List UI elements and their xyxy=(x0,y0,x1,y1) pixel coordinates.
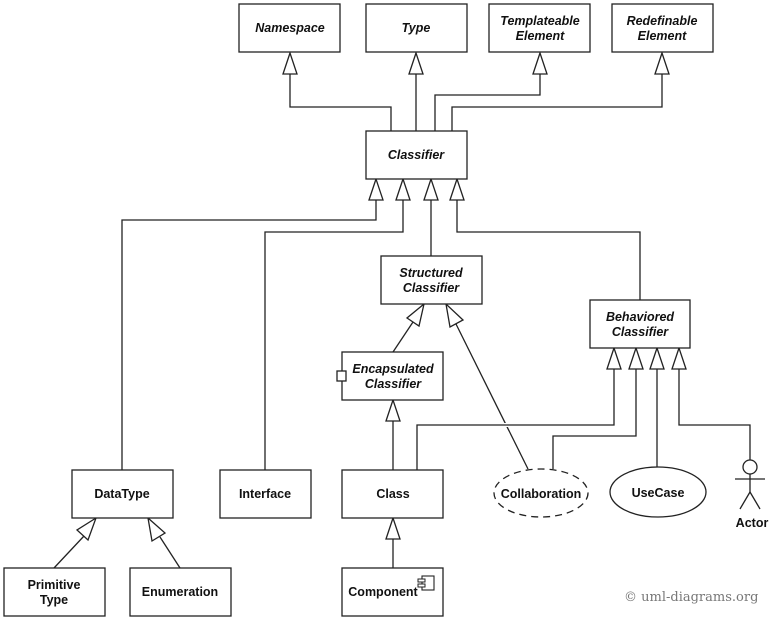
class-datatype[interactable]: DataType xyxy=(71,469,174,519)
edge-actor-behaviored xyxy=(678,369,751,460)
generalization-arrowhead xyxy=(445,302,465,328)
generalization-arrowhead xyxy=(385,515,401,540)
class-name-line: Structured xyxy=(399,266,463,280)
class-name-line: Redefinable xyxy=(627,14,698,28)
collaboration-ellipse[interactable]: Collaboration xyxy=(493,468,589,518)
generalization-arrowhead xyxy=(368,176,384,201)
class-primitive-type[interactable]: Primitive Type xyxy=(3,567,106,617)
class-encapsulated-classifier[interactable]: Encapsulated Classifier xyxy=(336,351,444,401)
class-name-line: Type xyxy=(40,593,68,607)
class-type[interactable]: Type xyxy=(365,3,468,53)
port-icon xyxy=(336,370,347,382)
class-name-line: Behaviored xyxy=(606,310,674,324)
class-name-line: Classifier xyxy=(403,281,460,295)
class-templateable-element[interactable]: Templateable Element xyxy=(488,3,591,53)
generalization-arrowhead xyxy=(671,345,687,370)
class-name-line: Classifier xyxy=(365,377,422,391)
class-name: DataType xyxy=(94,487,149,501)
class-component[interactable]: Component xyxy=(341,567,444,617)
generalization-arrowhead xyxy=(408,50,424,75)
generalization-arrowhead xyxy=(75,516,98,542)
generalization-arrowhead xyxy=(147,516,167,543)
class-name-line: Element xyxy=(638,29,687,43)
edge-classifier-namespace xyxy=(289,74,392,131)
edge-encapsulated-structured xyxy=(392,321,414,353)
usecase-ellipse[interactable]: UseCase xyxy=(609,466,707,518)
generalization-arrowhead xyxy=(606,345,622,370)
class-name: Enumeration xyxy=(142,585,218,599)
edge-collaboration-structured xyxy=(455,323,529,470)
generalization-arrowhead xyxy=(282,50,298,75)
edge-primitive-datatype xyxy=(53,535,85,569)
class-name: Class xyxy=(376,487,409,501)
generalization-arrowhead xyxy=(532,50,548,75)
class-behaviored-classifier[interactable]: Behaviored Classifier xyxy=(589,299,691,349)
actor-name: Actor xyxy=(736,516,769,530)
class-structured-classifier[interactable]: Structured Classifier xyxy=(380,255,483,305)
class-name: Classifier xyxy=(388,148,445,162)
generalization-arrowhead xyxy=(628,345,644,370)
generalization-arrowhead xyxy=(385,397,401,422)
class-name-line: Element xyxy=(516,29,565,43)
generalization-arrowhead xyxy=(654,50,670,75)
generalization-arrowhead xyxy=(449,176,465,201)
class-namespace[interactable]: Namespace xyxy=(238,3,341,53)
edge-class-behaviored xyxy=(415,369,616,470)
stick-figure-icon xyxy=(735,459,765,510)
class-name: Type xyxy=(402,21,431,35)
class-interface[interactable]: Interface xyxy=(219,469,312,519)
usecase-name: UseCase xyxy=(632,486,685,500)
edge-collaboration-behaviored xyxy=(552,369,637,469)
edge-classifier-redefinable xyxy=(451,74,663,131)
class-name: Component xyxy=(348,585,418,599)
generalization-arrowhead xyxy=(405,302,426,328)
generalization-arrowhead xyxy=(395,176,411,201)
class-name-line: Templateable xyxy=(500,14,579,28)
class-enumeration[interactable]: Enumeration xyxy=(129,567,232,617)
generalization-arrowhead xyxy=(423,176,439,201)
class-redefinable-element[interactable]: Redefinable Element xyxy=(611,3,714,53)
edge-datatype-classifier xyxy=(121,200,377,470)
edge-enumeration-datatype xyxy=(159,536,181,569)
generalization-arrowhead xyxy=(649,345,665,370)
edge-behaviored-classifier xyxy=(456,200,641,300)
class-name: Namespace xyxy=(255,21,325,35)
class-class[interactable]: Class xyxy=(341,469,444,519)
edge-interface-classifier xyxy=(264,200,404,470)
class-name-line: Encapsulated xyxy=(352,362,434,376)
copyright-notice: © uml-diagrams.org xyxy=(624,590,758,605)
actor[interactable]: Actor xyxy=(735,459,769,530)
uml-class-diagram: Namespace Type Templateable Element Rede… xyxy=(3,3,769,617)
edge-classifier-templateable xyxy=(434,74,541,131)
class-name-line: Primitive xyxy=(28,578,81,592)
class-classifier[interactable]: Classifier xyxy=(365,130,468,180)
class-name: Interface xyxy=(239,487,291,501)
class-name-line: Classifier xyxy=(612,325,669,339)
edge-class-behaviored xyxy=(416,369,615,470)
collaboration-name: Collaboration xyxy=(501,487,582,501)
